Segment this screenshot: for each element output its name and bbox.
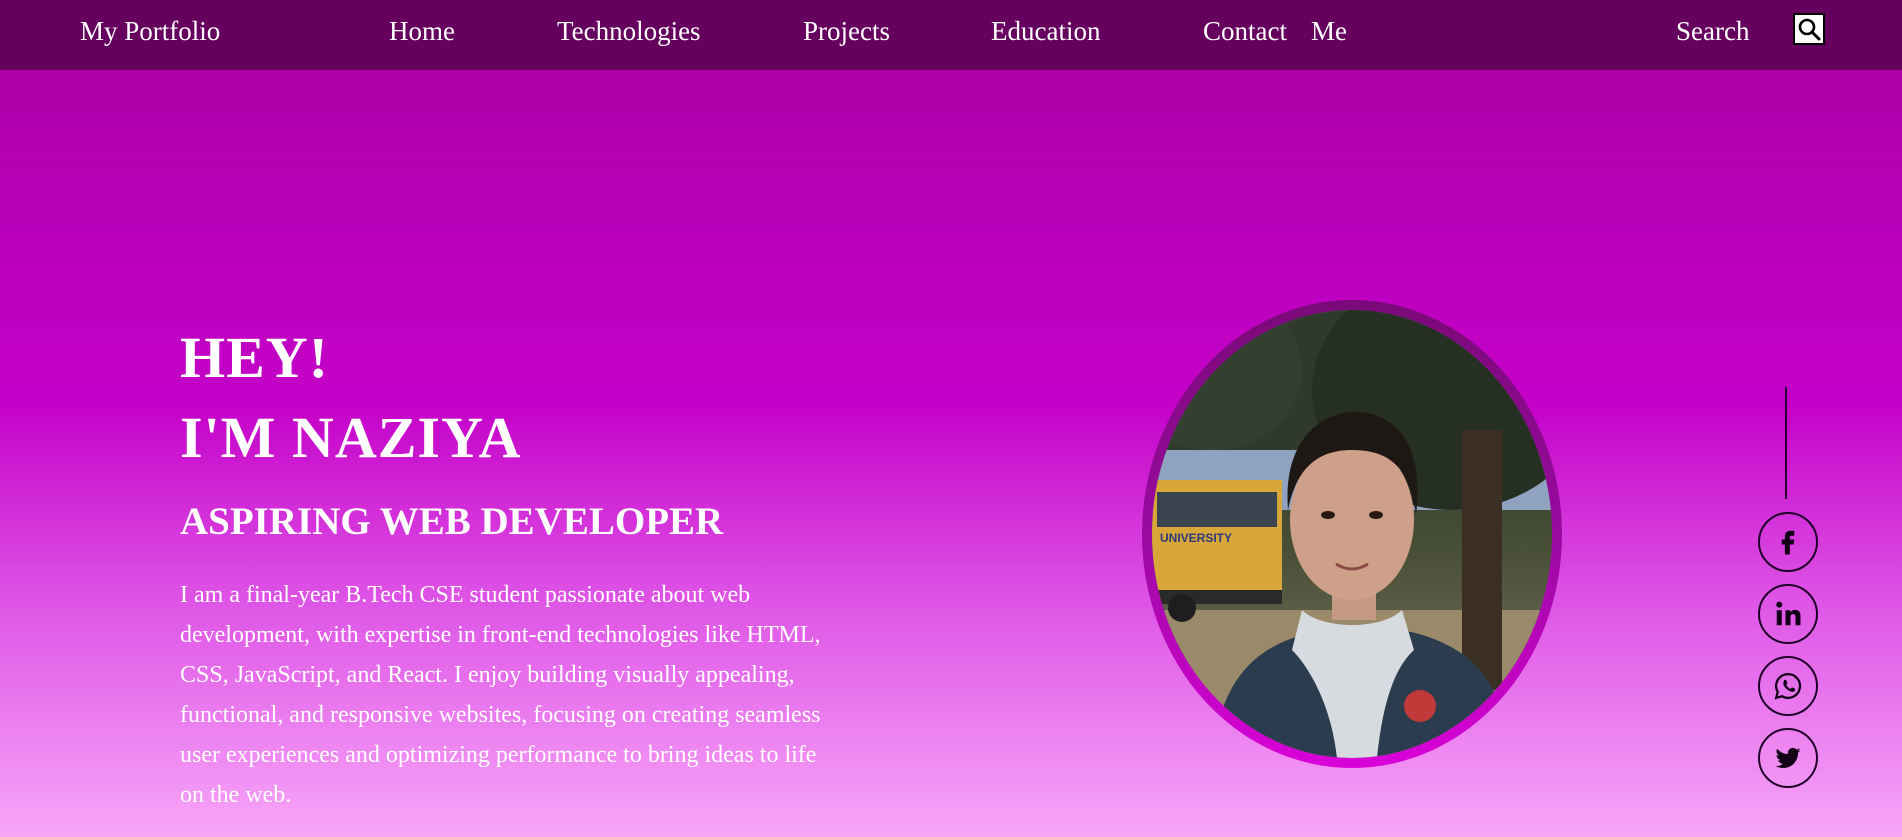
search-label: Search bbox=[1676, 16, 1750, 46]
profile-photo-frame: UNIVERSITY bbox=[1142, 300, 1562, 768]
linkedin-link[interactable] bbox=[1758, 584, 1818, 644]
whatsapp-link[interactable] bbox=[1758, 656, 1818, 716]
search-icon bbox=[1798, 18, 1821, 41]
greeting-line-1: HEY! bbox=[180, 325, 329, 390]
whatsapp-icon bbox=[1774, 672, 1802, 700]
bus-text: UNIVERSITY bbox=[1160, 531, 1232, 545]
facebook-icon bbox=[1781, 530, 1795, 555]
linkedin-icon bbox=[1776, 601, 1801, 626]
nav-link-contact[interactable]: Contact bbox=[1203, 14, 1287, 48]
nav-link-education[interactable]: Education bbox=[991, 14, 1100, 48]
social-divider-line bbox=[1785, 387, 1787, 499]
navbar: My Portfolio Home Technologies Projects … bbox=[0, 0, 1902, 70]
hero-role: ASPIRING WEB DEVELOPER bbox=[180, 500, 724, 543]
nav-link-home[interactable]: Home bbox=[389, 14, 455, 48]
twitter-icon bbox=[1775, 747, 1801, 769]
brand-logo-link[interactable]: My Portfolio bbox=[80, 14, 220, 48]
search-button[interactable] bbox=[1793, 13, 1825, 45]
nav-link-projects[interactable]: Projects bbox=[803, 14, 890, 48]
nav-link-technologies[interactable]: Technologies bbox=[557, 14, 701, 48]
hero-description: I am a final-year B.Tech CSE student pas… bbox=[180, 582, 821, 808]
profile-photo: UNIVERSITY bbox=[1152, 310, 1552, 758]
greeting-line-2: I'M NAZIYA bbox=[180, 405, 522, 470]
nav-link-me[interactable]: Me bbox=[1311, 14, 1347, 48]
twitter-link[interactable] bbox=[1758, 728, 1818, 788]
hero-greeting: HEY! I'M NAZIYA bbox=[180, 318, 521, 478]
facebook-link[interactable] bbox=[1758, 512, 1818, 572]
